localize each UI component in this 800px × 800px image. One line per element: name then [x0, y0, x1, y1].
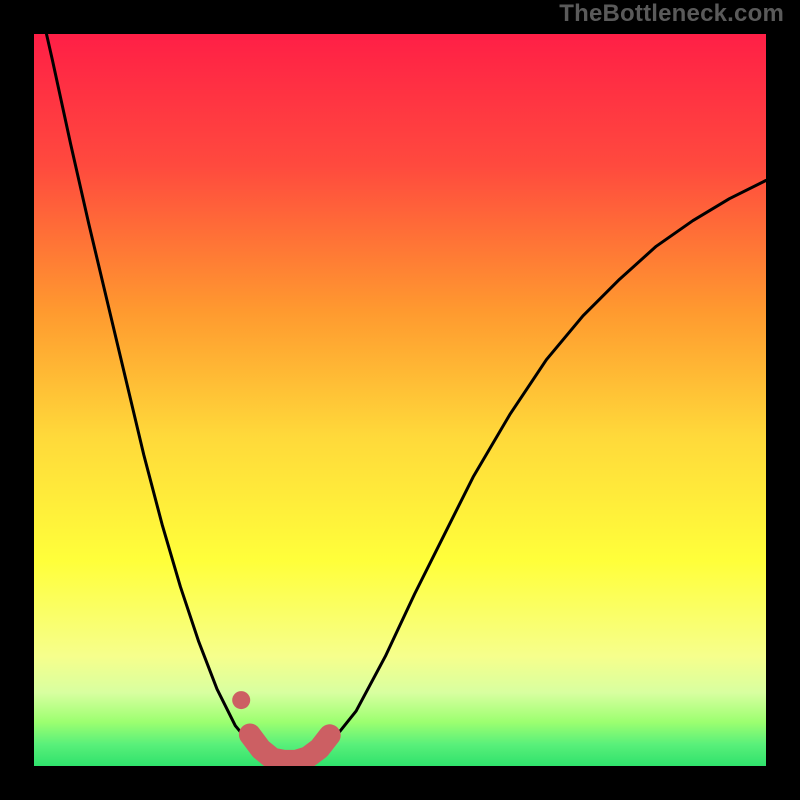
highlight-dot — [232, 691, 250, 709]
gradient-background — [34, 34, 766, 766]
chart-frame: TheBottleneck.com — [0, 0, 800, 800]
chart-svg — [34, 34, 766, 766]
watermark-text: TheBottleneck.com — [559, 0, 784, 28]
plot-area — [34, 34, 766, 766]
